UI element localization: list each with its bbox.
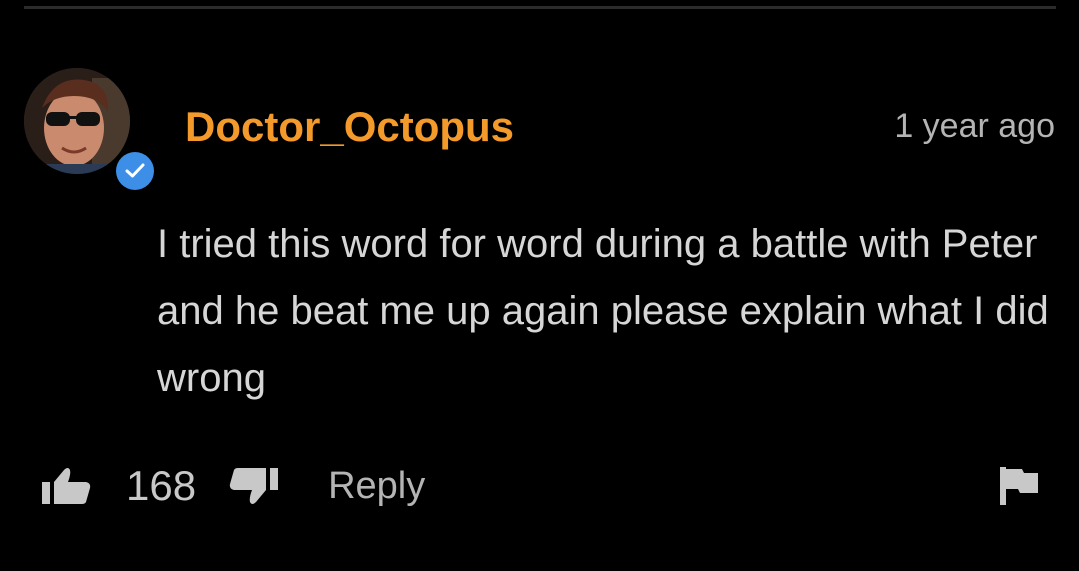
checkmark-icon — [125, 163, 145, 178]
like-button[interactable] — [42, 466, 92, 506]
comment-timestamp: 1 year ago — [894, 107, 1055, 145]
avatar-image — [24, 68, 130, 174]
avatar[interactable] — [24, 68, 130, 174]
verified-badge-circle — [116, 152, 154, 190]
comment-actions: 168 Reply — [42, 458, 425, 514]
reply-button[interactable]: Reply — [328, 458, 425, 514]
thumbs-up-icon — [42, 468, 91, 504]
dislike-button[interactable] — [228, 466, 279, 506]
like-count: 168 — [126, 462, 197, 509]
comment-text: I tried this word for word during a batt… — [157, 222, 1049, 400]
verified-badge — [112, 148, 158, 194]
flag-icon — [1000, 467, 1038, 505]
top-divider — [24, 6, 1056, 9]
thumbs-down-icon — [229, 468, 279, 504]
comment-author[interactable]: Doctor_Octopus — [185, 102, 514, 152]
report-button[interactable] — [998, 465, 1040, 507]
